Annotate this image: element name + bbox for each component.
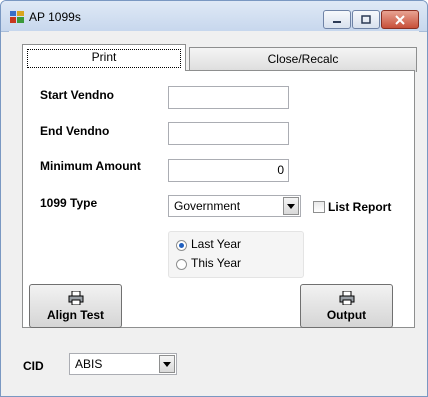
chevron-down-icon bbox=[163, 361, 171, 367]
end-vendno-input[interactable] bbox=[168, 122, 289, 145]
maximize-icon bbox=[361, 15, 371, 24]
start-vendno-input[interactable] bbox=[168, 86, 289, 109]
radio-last-year[interactable] bbox=[176, 240, 187, 251]
output-button[interactable]: Output bbox=[300, 284, 393, 328]
maximize-button[interactable] bbox=[352, 10, 380, 29]
chevron-down-icon bbox=[287, 203, 295, 209]
type-label: 1099 Type bbox=[40, 196, 98, 210]
print-panel: Start Vendno End Vendno Minimum Amount 0… bbox=[22, 70, 415, 328]
minimum-amount-label: Minimum Amount bbox=[40, 159, 141, 173]
type-select[interactable]: Government bbox=[168, 195, 301, 217]
tab-label: Close/Recalc bbox=[267, 52, 339, 66]
app-icon bbox=[10, 11, 24, 23]
type-value: Government bbox=[174, 199, 241, 213]
align-test-button[interactable]: Align Test bbox=[29, 284, 122, 328]
tab-close-recalc[interactable]: Close/Recalc bbox=[189, 47, 417, 72]
printer-icon bbox=[339, 291, 354, 305]
minimize-button[interactable] bbox=[323, 10, 351, 29]
output-label: Output bbox=[326, 308, 367, 322]
cid-select[interactable]: ABIS bbox=[69, 353, 177, 375]
start-vendno-label: Start Vendno bbox=[40, 88, 115, 102]
cid-value: ABIS bbox=[75, 357, 103, 371]
title-bar[interactable]: AP 1099s bbox=[1, 1, 427, 32]
end-vendno-label: End Vendno bbox=[40, 124, 110, 138]
app-window: AP 1099s Print Close/Recalc Start Vendno… bbox=[0, 0, 428, 397]
close-icon bbox=[395, 14, 405, 25]
tab-label: Print bbox=[27, 49, 181, 68]
radio-last-year-label[interactable]: Last Year bbox=[191, 237, 241, 251]
close-button[interactable] bbox=[381, 10, 419, 29]
tab-print[interactable]: Print bbox=[22, 44, 186, 71]
window-title: AP 1099s bbox=[29, 10, 81, 24]
radio-this-year[interactable] bbox=[176, 259, 187, 270]
dropdown-button[interactable] bbox=[283, 197, 299, 215]
printer-icon bbox=[68, 291, 83, 305]
client-area: Print Close/Recalc Start Vendno End Vend… bbox=[9, 31, 419, 388]
list-report-label[interactable]: List Report bbox=[328, 200, 391, 214]
dropdown-button[interactable] bbox=[159, 355, 175, 373]
cid-label: CID bbox=[23, 359, 44, 373]
minimize-icon bbox=[333, 20, 341, 23]
radio-this-year-label[interactable]: This Year bbox=[191, 256, 241, 270]
tab-strip: Print Close/Recalc bbox=[22, 44, 417, 72]
minimum-amount-input[interactable]: 0 bbox=[168, 159, 289, 182]
align-test-label: Align Test bbox=[46, 308, 105, 322]
list-report-checkbox[interactable] bbox=[313, 201, 325, 213]
year-radio-group: Last Year This Year bbox=[168, 231, 304, 278]
